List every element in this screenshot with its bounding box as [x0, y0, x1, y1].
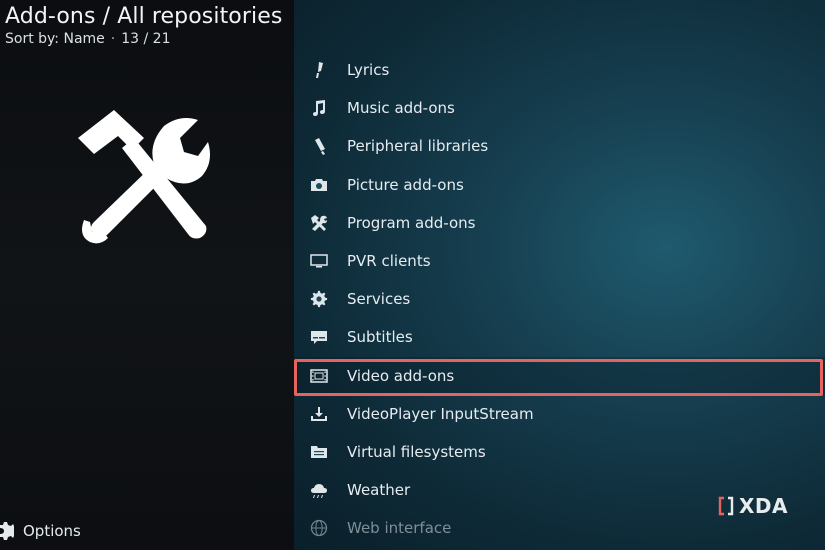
subtitles-icon [310, 328, 328, 346]
left-panel [0, 0, 294, 550]
list-item-label: Weather [347, 481, 411, 500]
film-icon [310, 367, 328, 385]
gear-icon [0, 522, 14, 540]
separator: · [110, 31, 116, 47]
tools-icon [310, 214, 328, 232]
camera-icon [310, 176, 328, 194]
list-item-video-addons[interactable]: Video add-ons [294, 356, 825, 396]
page-title: Add-ons / All repositories [5, 4, 283, 29]
list-item-label: Picture add-ons [347, 175, 464, 194]
list-item-lyrics[interactable]: Lyrics [294, 51, 825, 89]
list-item-virtual-filesystems[interactable]: Virtual filesystems [294, 433, 825, 471]
list-item-label: Peripheral libraries [347, 137, 489, 156]
weather-icon [310, 481, 328, 499]
list-item-label: Program add-ons [347, 213, 476, 232]
list-item-program-addons[interactable]: Program add-ons [294, 204, 825, 242]
sort-label: Sort by: Name [5, 31, 105, 47]
list-item-label: Web interface [347, 519, 452, 538]
options-button[interactable]: Options [0, 519, 81, 543]
usb-icon [310, 137, 328, 156]
xda-watermark: XDA [718, 494, 788, 518]
list-item-pvr-clients[interactable]: PVR clients [294, 242, 825, 280]
gear-icon [310, 290, 328, 308]
list-item-picture-addons[interactable]: Picture add-ons [294, 166, 825, 204]
category-list: Lyrics Music add-ons Peripheral librarie… [294, 51, 825, 547]
tv-icon [310, 252, 328, 270]
list-item-label: Video add-ons [347, 366, 455, 385]
watermark-text: XDA [739, 494, 788, 518]
list-item-videoplayer-inputstream[interactable]: VideoPlayer InputStream [294, 395, 825, 433]
hammer-wrench-icon [74, 108, 210, 244]
folder-icon [310, 443, 328, 461]
sort-info: Sort by: Name · 13 / 21 [5, 31, 282, 47]
list-item-label: PVR clients [347, 252, 431, 271]
header: Add-ons / All repositories Sort by: Name… [5, 4, 282, 47]
list-item-label: Virtual filesystems [347, 442, 486, 461]
list-item-label: Subtitles [347, 328, 413, 347]
list-item-label: Music add-ons [347, 99, 455, 118]
globe-icon [310, 519, 328, 537]
list-item-label: VideoPlayer InputStream [347, 404, 534, 423]
list-item-subtitles[interactable]: Subtitles [294, 318, 825, 356]
list-item-peripheral-libraries[interactable]: Peripheral libraries [294, 127, 825, 165]
download-tray-icon [310, 405, 328, 423]
options-label: Options [23, 522, 81, 540]
list-item-label: Services [347, 290, 411, 309]
xda-logo-icon [718, 496, 734, 516]
list-item-services[interactable]: Services [294, 280, 825, 318]
list-item-label: Lyrics [347, 61, 390, 80]
microphone-icon [310, 61, 328, 79]
music-note-icon [310, 99, 328, 117]
item-position: 13 / 21 [121, 31, 171, 47]
list-item-music-addons[interactable]: Music add-ons [294, 89, 825, 127]
